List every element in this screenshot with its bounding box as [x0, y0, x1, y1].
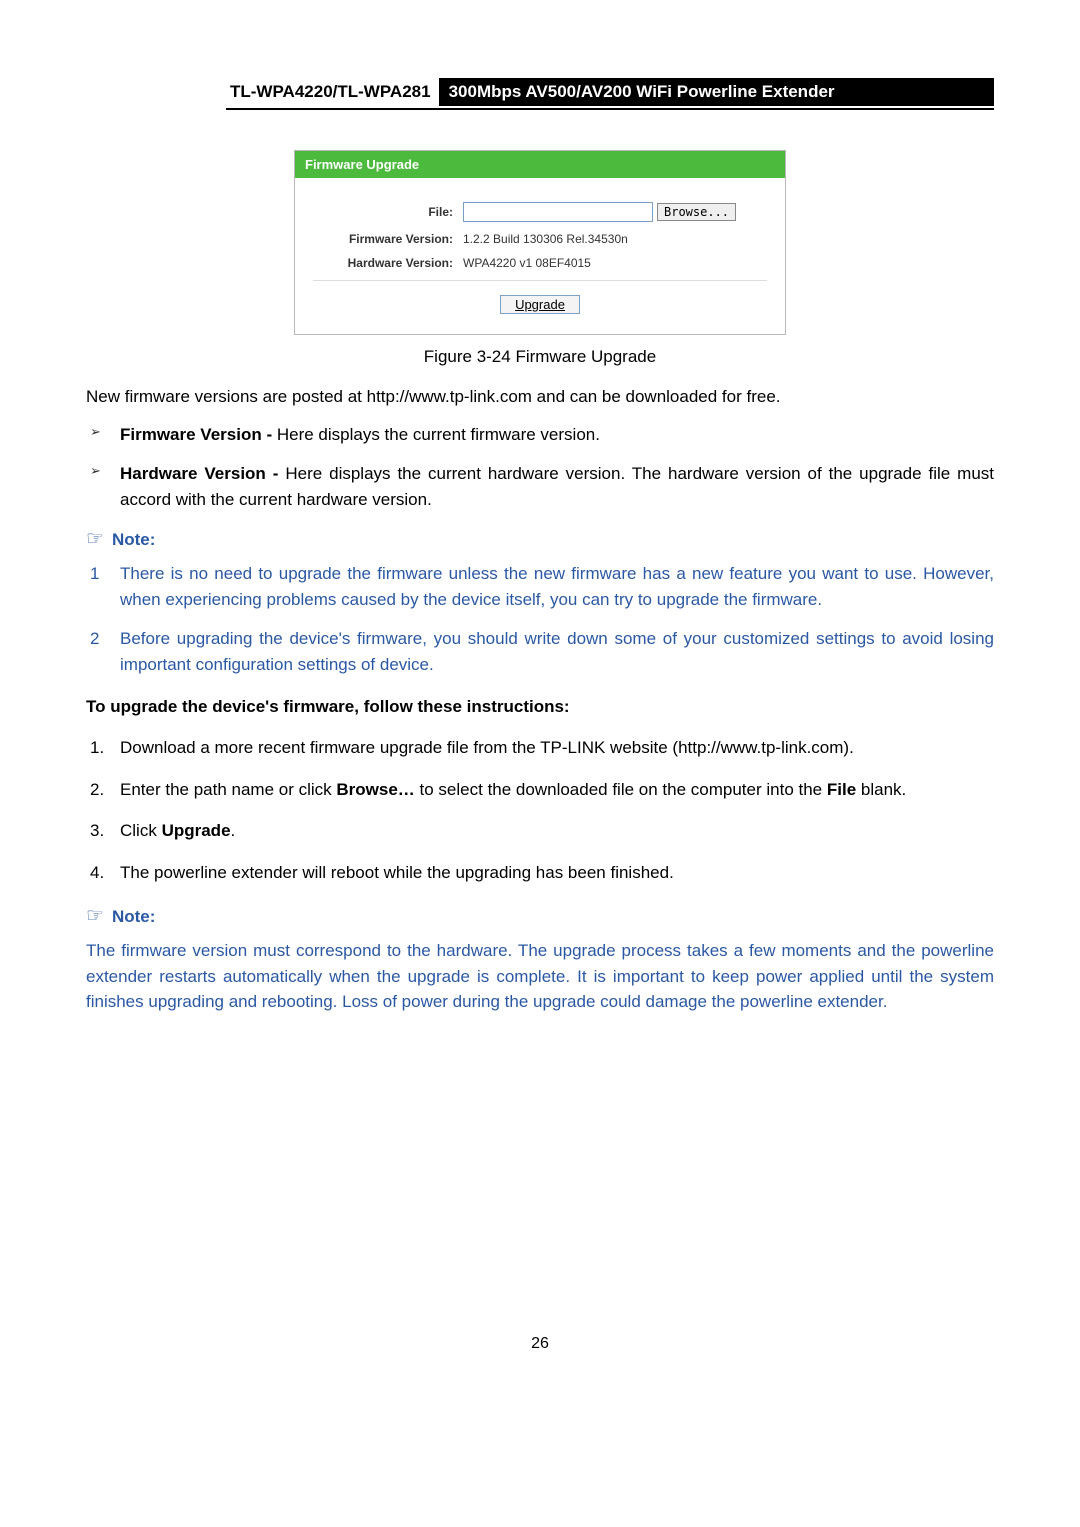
firmware-version-value: 1.2.2 Build 130306 Rel.34530n — [463, 232, 628, 246]
bullet-hw-bold: Hardware Version - — [120, 464, 285, 483]
upgrade-button[interactable]: Upgrade — [500, 295, 580, 314]
instructions-heading: To upgrade the device's firmware, follow… — [86, 697, 994, 717]
step-2: Enter the path name or click Browse… to … — [86, 777, 994, 803]
doc-product: 300Mbps AV500/AV200 WiFi Powerline Exten… — [439, 78, 994, 106]
page-number: 26 — [86, 1335, 994, 1353]
intro-paragraph: New firmware versions are posted at http… — [86, 385, 994, 410]
firmware-upgrade-panel: Firmware Upgrade File: Browse... Firmwar… — [294, 150, 786, 335]
note1-item-1: There is no need to upgrade the firmware… — [86, 561, 994, 612]
step-3: Click Upgrade. — [86, 818, 994, 844]
file-input[interactable] — [463, 202, 653, 222]
note-label-1: Note: — [112, 530, 155, 549]
step2-browse-bold: Browse… — [336, 780, 414, 799]
bullet-fw-text: Here displays the current firmware versi… — [277, 425, 600, 444]
step2-e: blank. — [856, 780, 906, 799]
step3-a: Click — [120, 821, 162, 840]
pointing-hand-icon: ☞ — [86, 905, 104, 927]
figure-caption: Figure 3-24 Firmware Upgrade — [86, 347, 994, 367]
note-heading-2: ☞ Note: — [86, 903, 994, 928]
step-1: Download a more recent firmware upgrade … — [86, 735, 994, 761]
doc-model: TL-WPA4220/TL-WPA281 — [226, 78, 439, 106]
note1-item-2: Before upgrading the device's firmware, … — [86, 626, 994, 677]
bullet-fw-bold: Firmware Version - — [120, 425, 277, 444]
step2-a: Enter the path name or click — [120, 780, 336, 799]
hardware-version-value: WPA4220 v1 08EF4015 — [463, 256, 591, 270]
file-label: File: — [313, 205, 463, 219]
panel-title: Firmware Upgrade — [295, 151, 785, 178]
step3-upgrade-bold: Upgrade — [162, 821, 231, 840]
note2-paragraph: The firmware version must correspond to … — [86, 938, 994, 1015]
step2-c: to select the downloaded file on the com… — [415, 780, 827, 799]
doc-header: TL-WPA4220/TL-WPA281 300Mbps AV500/AV200… — [226, 78, 994, 110]
step3-c: . — [231, 821, 236, 840]
bullet-hardware-version: Hardware Version - Here displays the cur… — [86, 461, 994, 512]
bullet-firmware-version: Firmware Version - Here displays the cur… — [86, 422, 994, 448]
step2-file-bold: File — [827, 780, 856, 799]
note-heading-1: ☞ Note: — [86, 526, 994, 551]
step-4: The powerline extender will reboot while… — [86, 860, 994, 886]
firmware-version-label: Firmware Version: — [313, 232, 463, 246]
pointing-hand-icon: ☞ — [86, 528, 104, 550]
note-label-2: Note: — [112, 907, 155, 926]
browse-button[interactable]: Browse... — [657, 203, 736, 221]
hardware-version-label: Hardware Version: — [313, 256, 463, 270]
